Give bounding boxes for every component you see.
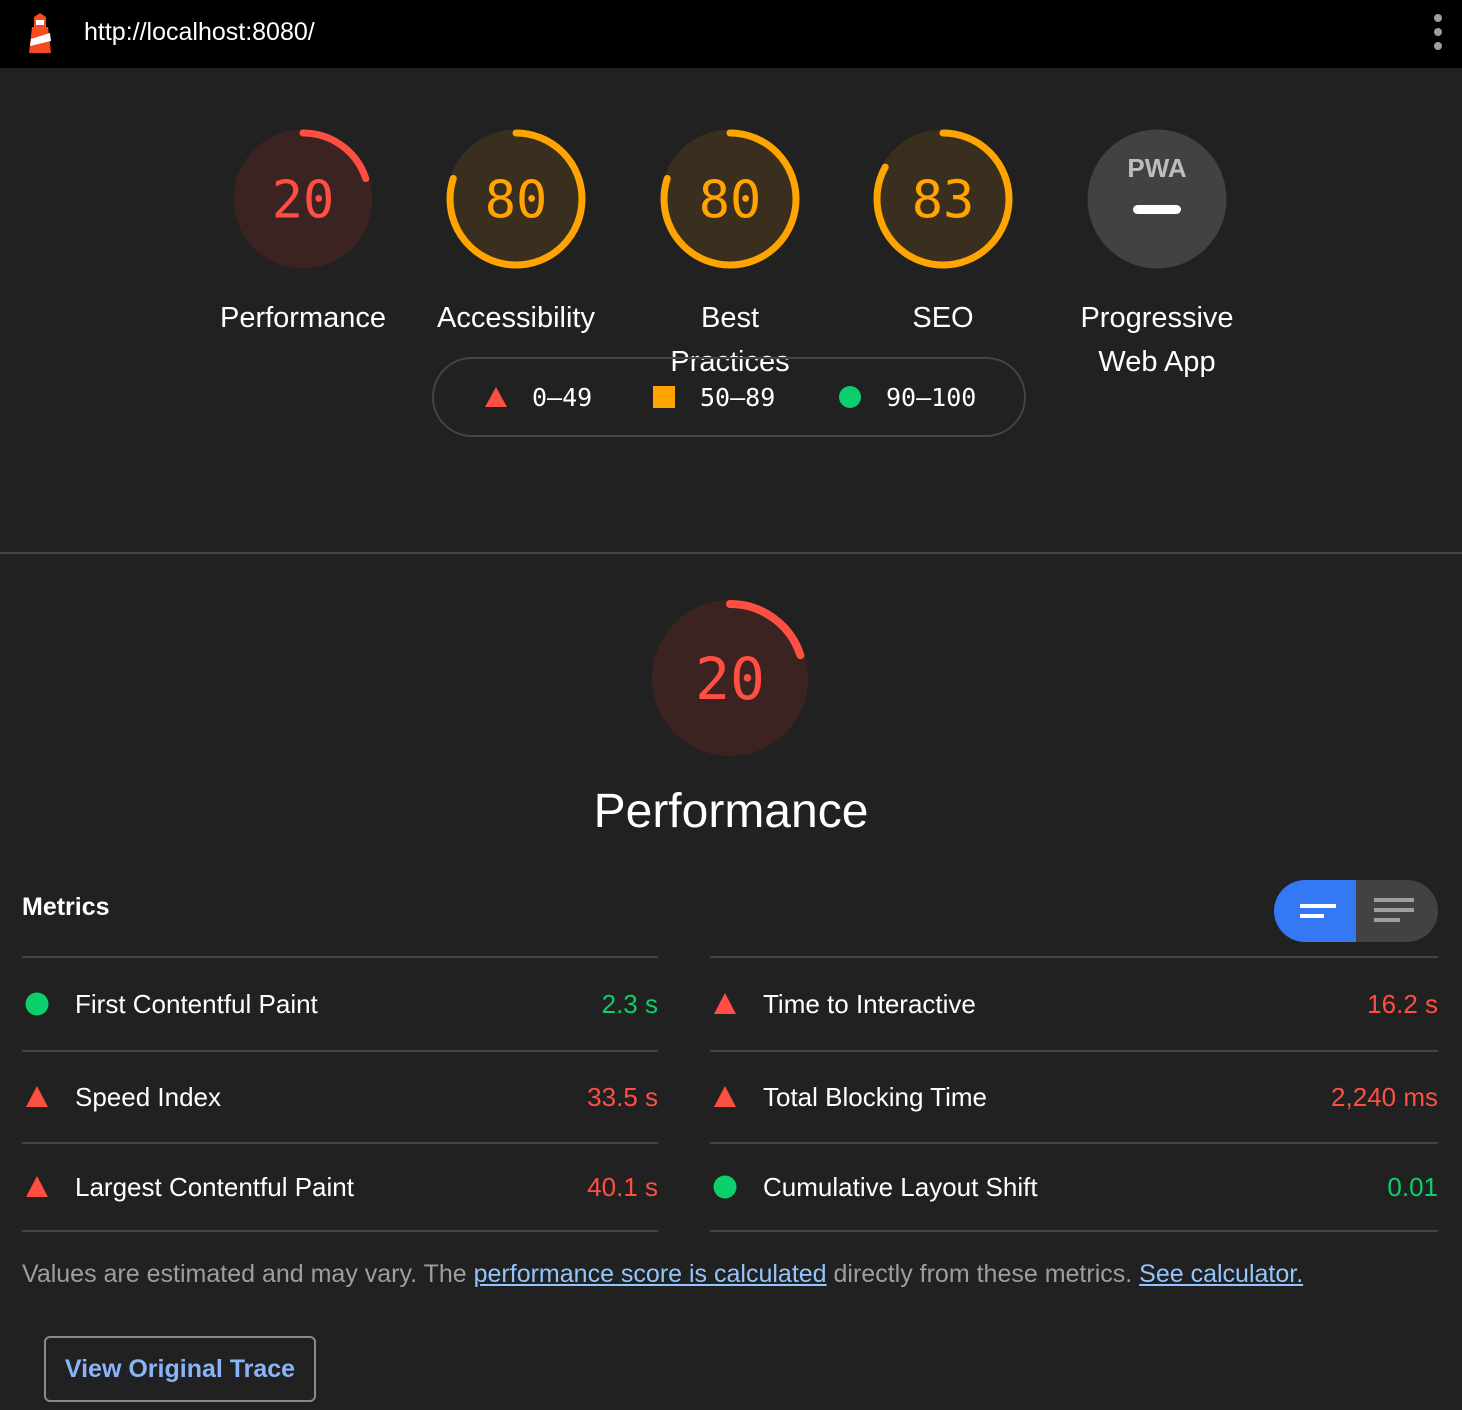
category-progressive-web-app[interactable]: PWA Progressive Web App bbox=[1057, 126, 1257, 384]
fail-triangle-icon bbox=[714, 1086, 736, 1107]
metric-row: Largest Contentful Paint 40.1 s bbox=[22, 1142, 658, 1232]
metric-value: 40.1 s bbox=[587, 1171, 658, 1202]
metric-value: 2.3 s bbox=[601, 988, 658, 1019]
category-performance[interactable]: 20 Performance bbox=[203, 126, 403, 340]
see-calculator-link[interactable]: See calculator. bbox=[1139, 1260, 1303, 1288]
metrics-footnote: Values are estimated and may vary. The p… bbox=[22, 1260, 1303, 1289]
more-options-icon[interactable] bbox=[1426, 12, 1450, 56]
footnote-text-middle: directly from these metrics. bbox=[826, 1260, 1133, 1288]
category-seo[interactable]: 83 SEO bbox=[843, 126, 1043, 340]
metric-name: Cumulative Layout Shift bbox=[763, 1171, 1038, 1202]
metric-name: Speed Index bbox=[75, 1081, 222, 1112]
legend-item: 0–49 bbox=[484, 359, 592, 435]
footnote-text-prefix: Values are estimated and may vary. The bbox=[22, 1260, 474, 1288]
metric-value: 16.2 s bbox=[1367, 988, 1438, 1019]
category-gauge: 80 bbox=[446, 129, 586, 269]
metrics-column-right: Time to Interactive 16.2 s Total Blocking … bbox=[710, 956, 1438, 1232]
category-label-line: SEO bbox=[912, 302, 974, 334]
pass-circle-icon bbox=[713, 1175, 737, 1199]
page-url: http://localhost:8080/ bbox=[84, 18, 315, 46]
category-gauge: 80 bbox=[660, 129, 800, 269]
metric-row: Cumulative Layout Shift 0.01 bbox=[710, 1142, 1438, 1232]
pwa-status-dash-icon bbox=[1133, 205, 1181, 214]
compact-view-icon bbox=[1300, 904, 1336, 918]
fail-triangle-icon bbox=[714, 993, 736, 1014]
triangle-fail-icon bbox=[485, 387, 507, 407]
square-average-icon bbox=[653, 386, 675, 408]
metric-name: First Contentful Paint bbox=[75, 988, 318, 1019]
top-bar: http://localhost:8080/ bbox=[0, 0, 1462, 68]
circle-pass-icon bbox=[839, 386, 861, 408]
section-divider bbox=[0, 552, 1462, 554]
pwa-badge-text: PWA bbox=[1127, 153, 1186, 183]
performance-gauge-large: 20 bbox=[630, 596, 830, 765]
category-label-line: Performance bbox=[219, 302, 386, 334]
category-label-line: Web App bbox=[1098, 346, 1216, 378]
category-label: Progressive Web App bbox=[1057, 296, 1257, 384]
legend-range: 0–49 bbox=[532, 382, 593, 412]
category-best-practices[interactable]: 80 Best Practices bbox=[630, 126, 830, 384]
legend-item: 50–89 bbox=[652, 359, 775, 435]
legend-item: 90–100 bbox=[838, 359, 976, 435]
gauge-score: 20 bbox=[272, 171, 335, 231]
category-label: SEO bbox=[843, 296, 1043, 340]
metric-name: Total Blocking Time bbox=[763, 1081, 987, 1112]
gauge-score: 20 bbox=[695, 645, 765, 713]
performance-section-title: Performance bbox=[593, 785, 869, 838]
category-label-line: Best bbox=[700, 302, 760, 334]
metric-name: Largest Contentful Paint bbox=[75, 1171, 354, 1202]
metrics-view-toggle[interactable] bbox=[1274, 880, 1438, 942]
gauge-score: 80 bbox=[485, 171, 548, 231]
category-gauge: 83 bbox=[873, 129, 1013, 269]
pass-circle-icon bbox=[25, 992, 49, 1016]
view-original-trace-button[interactable]: View Original Trace bbox=[44, 1336, 316, 1402]
metrics-heading: Metrics bbox=[22, 893, 110, 921]
fail-triangle-icon bbox=[26, 1086, 48, 1107]
legend-range: 50–89 bbox=[700, 382, 776, 412]
metric-row: Time to Interactive 16.2 s bbox=[710, 956, 1438, 1050]
legend-range: 90–100 bbox=[886, 382, 977, 412]
expanded-view-icon bbox=[1374, 898, 1414, 922]
gauge-background bbox=[1087, 129, 1227, 269]
category-gauges: 20 Performance 80 Accessibility 80 Best Practi… bbox=[0, 68, 1462, 552]
category-gauge: PWA bbox=[1087, 129, 1227, 269]
metric-value: 0.01 bbox=[1387, 1171, 1438, 1202]
performance-large-gauge: 20 bbox=[652, 600, 808, 756]
metric-value: 33.5 s bbox=[587, 1081, 658, 1112]
compact-view-button[interactable] bbox=[1274, 880, 1356, 942]
metric-row: Speed Index 33.5 s bbox=[22, 1050, 658, 1142]
category-label-line: Accessibility bbox=[437, 302, 595, 334]
expanded-view-button[interactable] bbox=[1356, 880, 1438, 942]
category-accessibility[interactable]: 80 Accessibility bbox=[416, 126, 616, 340]
metric-row: Total Blocking Time 2,240 ms bbox=[710, 1050, 1438, 1142]
category-label: Performance bbox=[203, 296, 403, 340]
gauge-score: 80 bbox=[699, 171, 762, 231]
score-calculation-link[interactable]: performance score is calculated bbox=[474, 1260, 827, 1288]
lighthouse-logo-icon bbox=[29, 13, 51, 53]
metric-value: 2,240 ms bbox=[1331, 1081, 1438, 1112]
gauge-score: 83 bbox=[912, 171, 975, 231]
metrics-column-left: First Contentful Paint 2.3 s Speed Index 33… bbox=[22, 956, 658, 1232]
category-label-line: Progressive bbox=[1080, 302, 1234, 334]
category-gauge: 20 bbox=[233, 129, 373, 269]
metric-row: First Contentful Paint 2.3 s bbox=[22, 956, 658, 1050]
category-label: Accessibility bbox=[416, 296, 616, 340]
metric-name: Time to Interactive bbox=[763, 988, 976, 1019]
score-scale-legend: 0–49 50–89 90–100 bbox=[432, 357, 1026, 437]
fail-triangle-icon bbox=[26, 1176, 48, 1197]
